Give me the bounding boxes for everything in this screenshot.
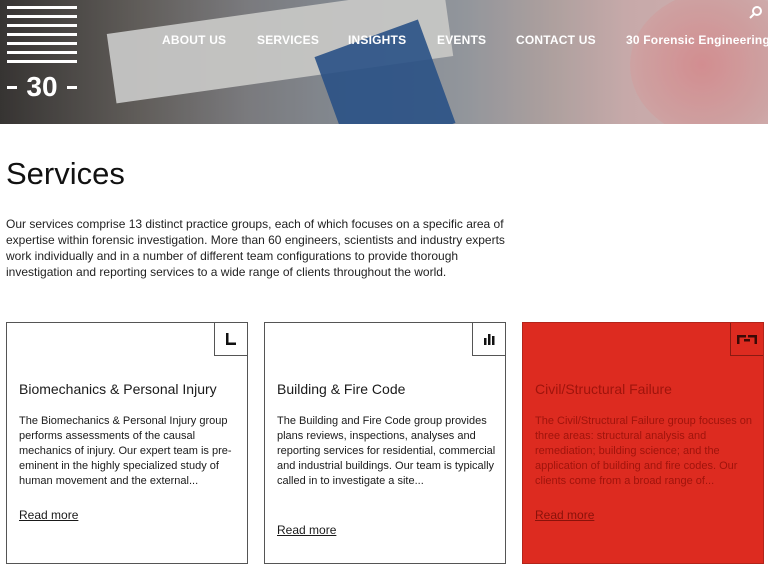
logo-dash-right (67, 86, 77, 89)
logo-stripe (7, 15, 77, 18)
nav-insights[interactable]: INSIGHTS (348, 33, 406, 47)
logo-stripe (7, 33, 77, 36)
nav-about-us[interactable]: ABOUT US (162, 33, 226, 47)
card-description: The Civil/Structural Failure group focus… (535, 415, 753, 487)
logo-stripe (7, 6, 77, 9)
logo-stripe (7, 60, 77, 63)
card-title: Biomechanics & Personal Injury (19, 381, 217, 397)
search-button[interactable] (749, 5, 763, 19)
nav-30-forensic-engineering[interactable]: 30 Forensic Engineering (626, 33, 768, 47)
search-icon (749, 6, 762, 19)
intro-paragraph: Our services comprise 13 distinct practi… (6, 217, 505, 279)
service-card-biomechanics[interactable]: Biomechanics & Personal Injury The Biome… (6, 322, 248, 564)
nav-services[interactable]: SERVICES (257, 33, 319, 47)
read-more-link[interactable]: Read more (535, 508, 594, 522)
nav-events[interactable]: EVENTS (437, 33, 486, 47)
structure-icon (737, 335, 757, 344)
biomechanics-icon (226, 333, 236, 345)
hero-banner: 30 ABOUT US SERVICES INSIGHTS EVENTS CON… (0, 0, 768, 124)
card-description: The Biomechanics & Personal Injury group… (19, 415, 232, 487)
read-more-link[interactable]: Read more (277, 523, 336, 537)
card-icon-box (214, 323, 247, 356)
card-title: Civil/Structural Failure (535, 381, 672, 397)
logo-stripe (7, 24, 77, 27)
read-more-link[interactable]: Read more (19, 508, 78, 522)
card-description: The Building and Fire Code group provide… (277, 415, 496, 487)
page-title: Services (6, 156, 125, 191)
nav-contact-us[interactable]: CONTACT US (516, 33, 596, 47)
card-title: Building & Fire Code (277, 381, 406, 397)
hero-overlay (0, 0, 768, 124)
logo-stripe (7, 42, 77, 45)
logo-stripe (7, 51, 77, 54)
service-card-building-fire-code[interactable]: Building & Fire Code The Building and Fi… (264, 322, 506, 564)
card-icon-box (472, 323, 505, 356)
card-icon-box (730, 323, 763, 356)
bar-chart-icon (484, 334, 495, 345)
site-logo[interactable]: 30 (7, 6, 79, 102)
service-card-civil-structural[interactable]: Civil/Structural Failure The Civil/Struc… (522, 322, 764, 564)
